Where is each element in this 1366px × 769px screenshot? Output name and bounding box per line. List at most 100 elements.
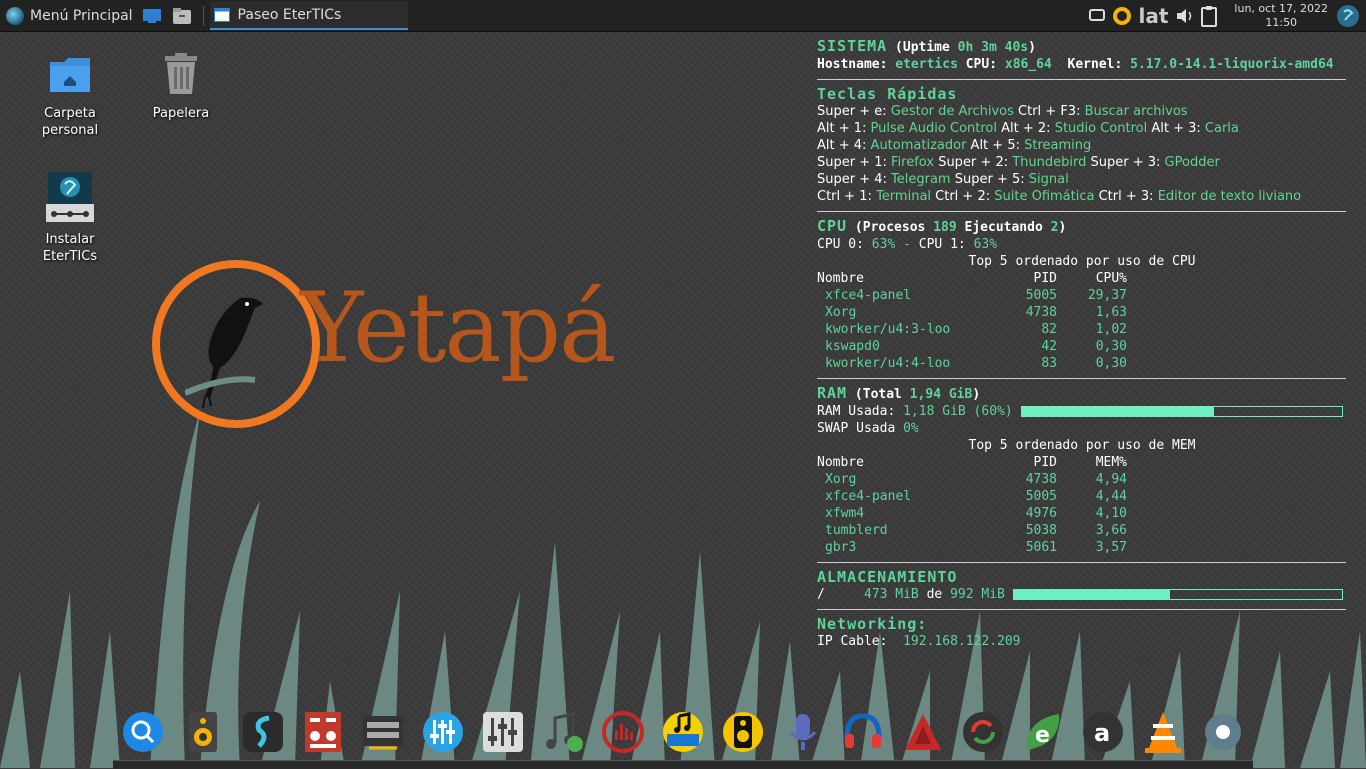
dock-item[interactable] <box>773 706 833 758</box>
dock-item[interactable] <box>1193 706 1253 758</box>
ram-used-value: 1,18 GiB (60%) <box>903 404 1013 419</box>
dock-item[interactable]: e <box>1013 706 1073 758</box>
table-row: kworker/u4:3-loo821,02 <box>817 321 1127 338</box>
cpu-header: CPU (Procesos 189 Ejecutando 2) <box>817 218 1347 236</box>
keyboard-layout-indicator[interactable]: lat <box>1139 4 1169 28</box>
update-icon[interactable] <box>1111 5 1133 27</box>
table-cell: 29,37 <box>1057 287 1127 304</box>
clock[interactable]: lun, oct 17, 2022 11:50 <box>1234 2 1328 30</box>
desktop-icon-trash[interactable]: Papelera <box>136 52 226 122</box>
svg-text:e: e <box>1035 723 1050 748</box>
storage-mount: / <box>817 587 825 602</box>
dock-item[interactable] <box>533 706 593 758</box>
shortcut-line: Ctrl + 1: Terminal Ctrl + 2: Suite Ofimá… <box>817 188 1347 205</box>
shortcut-action: Carla <box>1205 121 1239 136</box>
table-cell: tumblerd <box>817 522 985 539</box>
studio-control-icon <box>241 710 285 754</box>
taskbar-window-button[interactable]: Paseo EterTICs <box>210 1 408 30</box>
clock-date: lun, oct 17, 2022 <box>1234 2 1328 16</box>
shortcut-line: Alt + 4: Automatizador Alt + 5: Streamin… <box>817 137 1347 154</box>
shortcut-key: Ctrl + 2: <box>931 189 994 204</box>
dock-item[interactable] <box>893 706 953 758</box>
table-cell: 4738 <box>985 304 1057 321</box>
cpu1-value: 63% <box>974 237 997 252</box>
dock-item[interactable] <box>173 706 233 758</box>
table-cell: 4,10 <box>1057 505 1127 522</box>
cpu1-label: CPU 1: <box>919 237 966 252</box>
desktop-icon-installer[interactable]: Instalar EterTICs <box>25 172 115 265</box>
show-desktop-icon[interactable] <box>141 5 163 27</box>
table-cell: kworker/u4:4-loo <box>817 355 985 372</box>
kernel-value: 5.17.0-14.1-liquorix-amd64 <box>1130 57 1334 72</box>
session-menu-icon[interactable] <box>1336 4 1360 28</box>
cpu-cores-row: CPU 0: 63% - CPU 1: 63% <box>817 236 1347 253</box>
table-cell: 5005 <box>985 287 1057 304</box>
ram-title: RAM <box>817 384 847 402</box>
dock-item[interactable]: a <box>1073 706 1133 758</box>
dock-item[interactable] <box>833 706 893 758</box>
main-menu-button[interactable]: Menú Principal <box>6 0 133 31</box>
shortcut-action: Suite Ofimática <box>994 189 1094 204</box>
dock-item[interactable] <box>713 706 773 758</box>
notification-icon[interactable] <box>1089 9 1105 23</box>
shortcut-action: Terminal <box>876 189 931 204</box>
desktop-icon-home[interactable]: Carpeta personal <box>25 52 115 139</box>
svg-text:a: a <box>1094 719 1110 747</box>
desktop-icon-label: Instalar EterTICs <box>25 231 115 265</box>
storage-usage-bar <box>1013 589 1343 600</box>
application-dock: ea <box>113 706 1253 758</box>
table-cell: xfwm4 <box>817 505 985 522</box>
table-cell: 0,30 <box>1057 338 1127 355</box>
shortcut-action: Studio Control <box>1055 121 1148 136</box>
shortcut-key: Alt + 3: <box>1147 121 1205 136</box>
dock-item[interactable] <box>1133 706 1193 758</box>
shortcut-action: Telegram <box>891 172 951 187</box>
dock-item[interactable] <box>953 706 1013 758</box>
table-cell: 82 <box>985 321 1057 338</box>
audio-mixer-icon <box>301 710 345 754</box>
dock-item[interactable] <box>233 706 293 758</box>
patchbay-icon <box>361 710 405 754</box>
dock-item[interactable] <box>113 706 173 758</box>
cpu-top-title: Top 5 ordenado por uso de CPU <box>817 253 1347 270</box>
dock-item[interactable] <box>353 706 413 758</box>
table-cell: xfce4-panel <box>817 488 985 505</box>
etertics-logo-icon <box>6 7 24 25</box>
volume-icon[interactable] <box>1176 8 1194 24</box>
procesos-label: Procesos <box>863 220 926 235</box>
dock-item[interactable] <box>473 706 533 758</box>
sistema-title: SISTEMA <box>817 37 887 55</box>
file-manager-icon[interactable] <box>171 5 193 27</box>
table-row: gbr350613,57 <box>817 539 1127 556</box>
shortcut-line: Super + 1: Firefox Super + 2: Thundebird… <box>817 154 1347 171</box>
ip-row: IP Cable: 192.168.122.209 <box>817 633 1347 650</box>
shortcut-key: Ctrl + 1: <box>817 189 876 204</box>
dock-item[interactable] <box>413 706 473 758</box>
settings-icon <box>1201 710 1245 754</box>
table-cell: 4,94 <box>1057 471 1127 488</box>
table-cell: 42 <box>985 338 1057 355</box>
table-cell: gbr3 <box>817 539 985 556</box>
installer-icon <box>25 172 115 227</box>
headphones-icon <box>841 710 885 754</box>
shortcut-action: Pulse Audio Control <box>871 121 997 136</box>
shortcut-list: Super + e: Gestor de Archivos Ctrl + F3:… <box>817 103 1347 205</box>
table-cell: 1,63 <box>1057 304 1127 321</box>
ip-label: IP Cable: <box>817 634 887 649</box>
shortcut-key: Super + 3: <box>1086 155 1164 170</box>
uptime-value: 0h 3m 40s <box>958 40 1028 55</box>
dock-item[interactable] <box>593 706 653 758</box>
kernel-label: Kernel: <box>1068 57 1123 72</box>
table-cell: 1,02 <box>1057 321 1127 338</box>
table-cell: 0,30 <box>1057 355 1127 372</box>
ejecutando-value: 2 <box>1051 220 1059 235</box>
clipboard-icon[interactable] <box>1200 5 1218 27</box>
table-cell: 5061 <box>985 539 1057 556</box>
dock-item[interactable] <box>653 706 713 758</box>
shortcut-key: Super + 4: <box>817 172 891 187</box>
table-row: xfce4-panel50054,44 <box>817 488 1127 505</box>
table-row: Xorg47381,63 <box>817 304 1127 321</box>
dock-item[interactable] <box>293 706 353 758</box>
table-row: xfce4-panel500529,37 <box>817 287 1127 304</box>
divider <box>817 378 1346 379</box>
